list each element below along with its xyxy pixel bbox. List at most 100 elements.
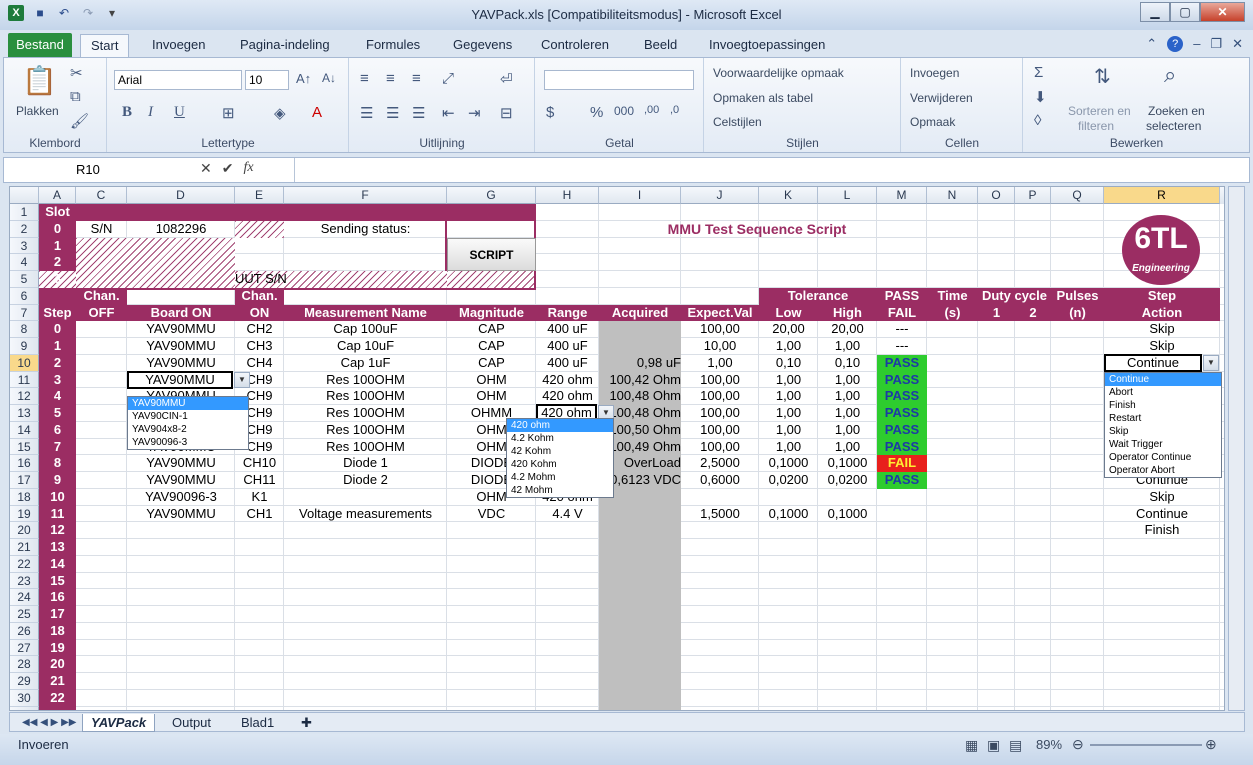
channel-cell[interactable]: CH11 [235,472,284,489]
high-cell[interactable]: 0,10 [818,355,877,372]
dropdown-option[interactable]: 42 Kohm [507,445,613,458]
currency-icon[interactable]: $ [546,104,554,121]
sheet-tab-yavpack[interactable]: YAVPack [82,714,156,732]
align-middle-icon[interactable]: ≡ [386,70,395,87]
column-header-q[interactable]: Q [1051,187,1104,204]
high-cell[interactable]: 1,00 [818,405,877,422]
row-header[interactable]: 18 [10,488,39,506]
row-header[interactable]: 17 [10,472,39,489]
low-cell[interactable] [759,489,818,506]
row-header[interactable]: 26 [10,622,39,640]
row-header[interactable]: 3 [10,237,39,255]
channel-cell[interactable]: CH10 [235,455,284,472]
result-cell[interactable]: PASS [877,371,927,389]
maximize-button[interactable]: ▢ [1170,2,1200,22]
measurement-cell[interactable] [284,522,447,539]
dropdown-arrow-icon[interactable]: ▼ [234,371,250,388]
row-header[interactable]: 9 [10,338,39,355]
tab-start[interactable]: Start [80,34,130,58]
row-header[interactable]: 6 [10,287,39,305]
expected-cell[interactable]: 100,00 [681,321,759,338]
name-box[interactable]: R10 [76,160,194,180]
column-header-e[interactable]: E [235,187,284,204]
channel-cell[interactable]: CH4 [235,355,284,372]
insert-cells-button[interactable]: Invoegen [910,66,959,80]
align-top-icon[interactable]: ≡ [360,70,369,87]
row-header[interactable]: 25 [10,606,39,623]
close-button[interactable]: ✕ [1200,2,1245,22]
zoom-in-icon[interactable]: ⊕ [1205,736,1217,753]
board-cell[interactable]: YAV90MMU [127,506,235,523]
measurement-cell[interactable]: Res 100OHM [284,405,447,422]
result-cell[interactable]: PASS [877,388,927,405]
measurement-cell[interactable] [284,489,447,506]
sort-filter-icon[interactable]: ⇅ [1094,64,1111,89]
row-header[interactable]: 1 [10,204,39,221]
insert-function-icon[interactable]: fx [243,160,253,177]
step-number[interactable]: 7 [39,439,76,456]
column-header-g[interactable]: G [447,187,536,204]
step-number[interactable]: 4 [39,388,76,405]
format-painter-icon[interactable]: 🖌 [70,112,89,130]
low-cell[interactable]: 1,00 [759,388,818,405]
acquired-cell[interactable]: 100,48 Ohm [599,388,681,405]
step-number[interactable]: 20 [39,656,76,673]
high-cell[interactable]: 0,1000 [818,506,877,523]
select-label[interactable]: selecteren [1146,119,1201,133]
borders-icon[interactable]: ⊞ [222,104,235,122]
dropdown-arrow-icon[interactable]: ▼ [1203,354,1219,371]
low-cell[interactable]: 1,00 [759,439,818,456]
measurement-cell[interactable]: Res 100OHM [284,388,447,405]
magnitude-cell[interactable]: CAP [447,321,536,338]
board-cell[interactable]: YAV90MMU [127,321,235,338]
low-cell[interactable]: 20,00 [759,321,818,338]
decrease-decimal-icon[interactable]: ,0 [670,104,679,116]
row-header[interactable]: 7 [10,304,39,322]
increase-indent-icon[interactable]: ⇥ [468,104,481,122]
expected-cell[interactable] [681,522,759,539]
dropdown-option[interactable]: 42 Mohm [507,484,613,497]
action-cell[interactable]: Skip [1104,338,1220,355]
dropdown-option[interactable]: Finish [1105,399,1221,412]
tab-formules[interactable]: Formules [356,34,430,58]
measurement-cell[interactable]: Cap 1uF [284,355,447,372]
step-number[interactable]: 22 [39,690,76,707]
header-duty[interactable]: Duty cycle [978,288,1051,305]
row-header[interactable]: 30 [10,689,39,707]
board-dropdown-input[interactable]: YAV90MMU [127,370,233,389]
expected-cell[interactable]: 100,00 [681,388,759,405]
action-cell[interactable]: Skip [1104,321,1220,338]
step-number[interactable]: 3 [39,372,76,389]
header-pulses[interactable]: Pulses [1051,288,1104,305]
uut-sn-label[interactable]: UUT S/N [235,271,447,288]
magnitude-cell[interactable]: OHM [447,372,536,389]
vertical-scrollbar[interactable] [1228,186,1245,711]
minimize-button[interactable]: ▁ [1140,2,1170,22]
slot-label[interactable]: Slot [39,204,76,221]
step-number[interactable]: 8 [39,455,76,472]
new-sheet-icon[interactable]: ✚ [293,714,320,732]
formula-input[interactable] [294,158,1249,182]
board-cell[interactable] [127,522,235,539]
dropdown-option[interactable]: 4.2 Kohm [507,432,613,445]
find-binoculars-icon[interactable]: ⌕ [1164,62,1176,88]
header-board-on[interactable]: Board ON [127,305,235,322]
expected-cell[interactable]: 100,00 [681,439,759,456]
action-dropdown-input[interactable]: Continue [1104,353,1202,372]
dropdown-option[interactable]: YAV90CIN-1 [128,410,248,423]
orientation-icon[interactable]: ⤢ [442,70,454,87]
expected-cell[interactable]: 1,5000 [681,506,759,523]
find-label[interactable]: Zoeken en [1148,104,1205,118]
fill-icon[interactable]: ⬇ [1034,88,1047,106]
high-cell[interactable]: 1,00 [818,388,877,405]
row-header[interactable]: 8 [10,321,39,338]
cut-icon[interactable]: ✂ [70,64,83,82]
expected-cell[interactable]: 10,00 [681,338,759,355]
row-header[interactable]: 16 [10,455,39,472]
expected-cell[interactable]: 0,6000 [681,472,759,489]
column-header-p[interactable]: P [1015,187,1051,204]
step-number[interactable]: 1 [39,338,76,355]
view-layout-icon[interactable]: ▣ [987,737,1000,754]
dropdown-option[interactable]: YAV904x8-2 [128,423,248,436]
high-cell[interactable] [818,522,877,539]
